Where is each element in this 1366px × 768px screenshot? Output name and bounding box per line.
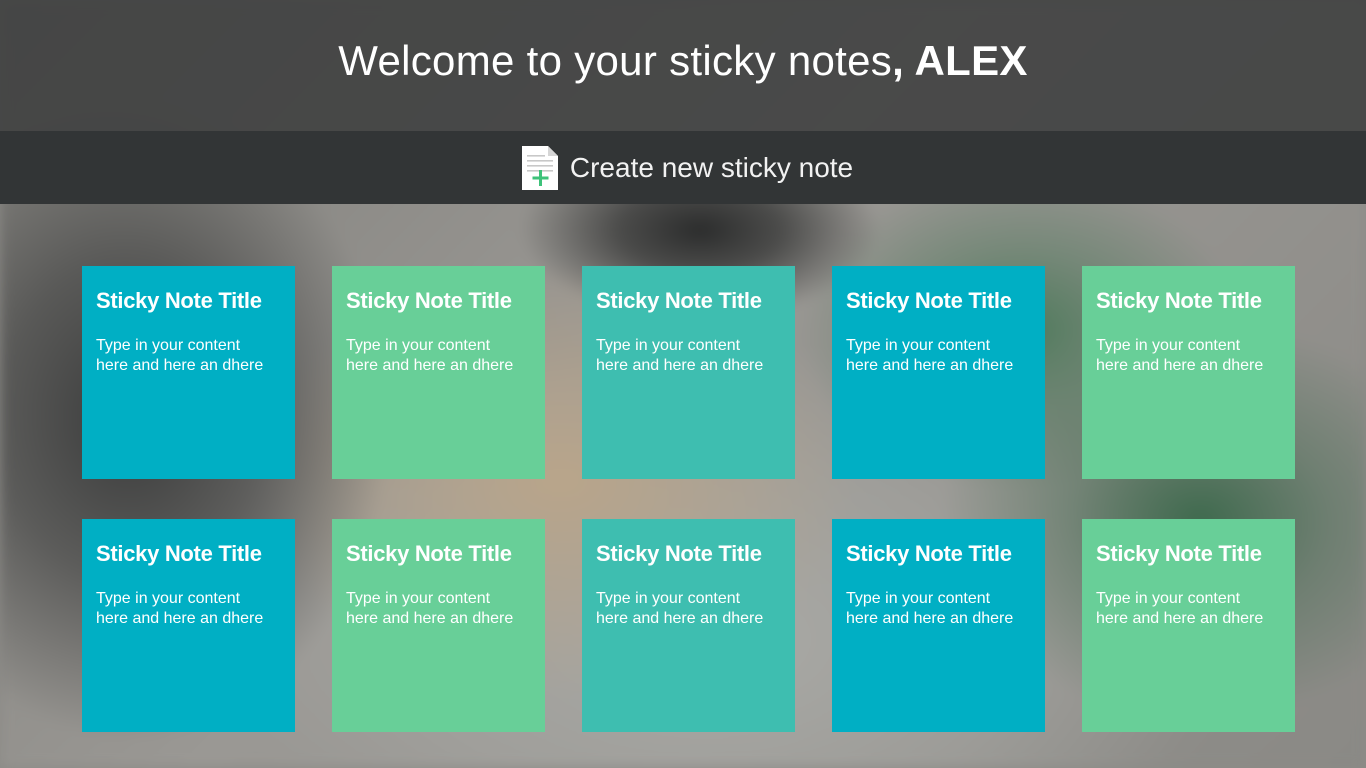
sticky-note[interactable]: Sticky Note Title Type in your content he… (582, 519, 795, 732)
sticky-notes-page: Welcome to your sticky notes, ALEX Creat… (0, 0, 1366, 768)
sticky-note[interactable]: Sticky Note Title Type in your content he… (1082, 266, 1295, 479)
sticky-note-title[interactable]: Sticky Note Title (596, 288, 781, 314)
sticky-note-title[interactable]: Sticky Note Title (846, 541, 1031, 567)
sticky-note[interactable]: Sticky Note Title Type in your content he… (332, 519, 545, 732)
sticky-note-title[interactable]: Sticky Note Title (1096, 288, 1281, 314)
welcome-header: Welcome to your sticky notes, ALEX (0, 0, 1366, 131)
sticky-note-content[interactable]: Type in your content here and here an dh… (96, 589, 276, 629)
create-note-button[interactable]: Create new sticky note (0, 131, 1366, 204)
sticky-note-content[interactable]: Type in your content here and here an dh… (346, 589, 526, 629)
sticky-note[interactable]: Sticky Note Title Type in your content he… (332, 266, 545, 479)
sticky-note[interactable]: Sticky Note Title Type in your content he… (82, 519, 295, 732)
sticky-note-title[interactable]: Sticky Note Title (96, 541, 281, 567)
sticky-note-title[interactable]: Sticky Note Title (346, 288, 531, 314)
sticky-note[interactable]: Sticky Note Title Type in your content he… (582, 266, 795, 479)
sticky-note-content[interactable]: Type in your content here and here an dh… (1096, 336, 1276, 376)
sticky-note-title[interactable]: Sticky Note Title (346, 541, 531, 567)
sticky-note[interactable]: Sticky Note Title Type in your content he… (82, 266, 295, 479)
welcome-text: Welcome to your sticky notes (338, 36, 893, 84)
sticky-note-content[interactable]: Type in your content here and here an dh… (596, 336, 776, 376)
sticky-note-title[interactable]: Sticky Note Title (1096, 541, 1281, 567)
sticky-note[interactable]: Sticky Note Title Type in your content he… (1082, 519, 1295, 732)
welcome-title: Welcome to your sticky notes, ALEX (338, 37, 1027, 85)
sticky-note-title[interactable]: Sticky Note Title (96, 288, 281, 314)
sticky-note-content[interactable]: Type in your content here and here an dh… (96, 336, 276, 376)
sticky-note-title[interactable]: Sticky Note Title (846, 288, 1031, 314)
sticky-note-content[interactable]: Type in your content here and here an dh… (596, 589, 776, 629)
sticky-note-content[interactable]: Type in your content here and here an dh… (346, 336, 526, 376)
sticky-note-title[interactable]: Sticky Note Title (596, 541, 781, 567)
create-note-label: Create new sticky note (569, 151, 854, 183)
sticky-note[interactable]: Sticky Note Title Type in your content he… (832, 266, 1045, 479)
sticky-note-content[interactable]: Type in your content here and here an dh… (846, 336, 1026, 376)
sticky-note-content[interactable]: Type in your content here and here an dh… (1096, 589, 1276, 629)
new-document-icon (521, 145, 558, 190)
sticky-note[interactable]: Sticky Note Title Type in your content he… (832, 519, 1045, 732)
sticky-note-content[interactable]: Type in your content here and here an dh… (846, 589, 1026, 629)
user-name: , ALEX (892, 36, 1028, 84)
